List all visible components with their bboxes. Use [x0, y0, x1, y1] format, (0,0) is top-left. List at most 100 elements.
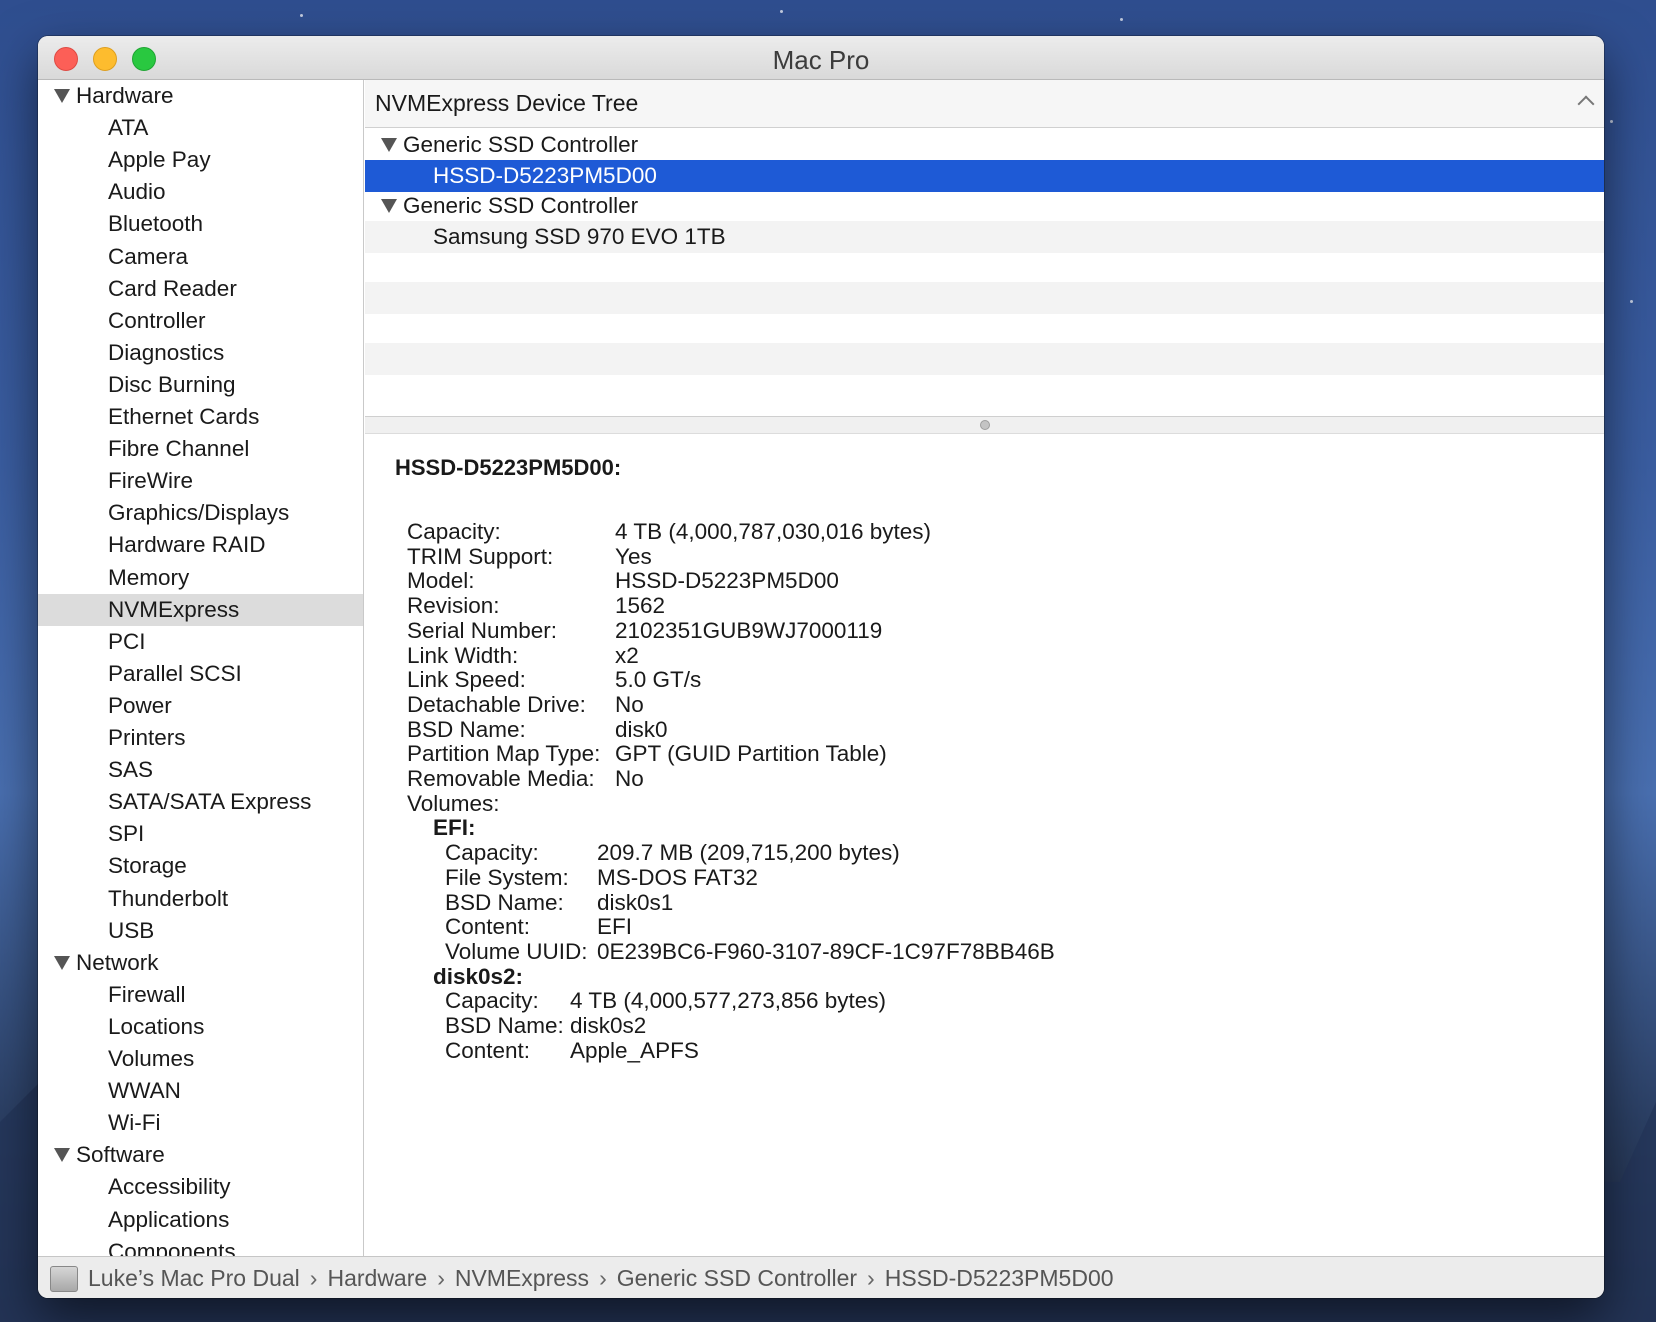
- tree-empty-row: [365, 281, 1604, 314]
- title-bar[interactable]: Mac Pro: [38, 36, 1604, 80]
- sidebar-item-camera[interactable]: Camera: [38, 241, 363, 273]
- sidebar-item-label: WWAN: [108, 1078, 181, 1104]
- split-divider[interactable]: [365, 416, 1604, 434]
- disclosure-triangle-icon[interactable]: [54, 1148, 70, 1163]
- tree-empty-row: [365, 373, 1604, 405]
- device-tree[interactable]: Generic SSD Controller HSSD-D5223PM5D00 Ge…: [365, 128, 1604, 416]
- breadcrumb: Luke’s Mac Pro Dual › Hardware › NVMExpress ›…: [88, 1257, 1114, 1298]
- sidebar-group-label: Hardware: [76, 83, 174, 108]
- disclosure-triangle-icon[interactable]: [381, 138, 397, 152]
- tree-row[interactable]: Generic SSD Controller: [365, 190, 1604, 222]
- sidebar-item-nvmexpress[interactable]: NVMExpress: [38, 593, 363, 626]
- breadcrumb-item[interactable]: NVMExpress: [455, 1265, 589, 1291]
- sidebar-item-label: Camera: [108, 243, 189, 269]
- sidebar-item-firewire[interactable]: FireWire: [38, 465, 363, 497]
- sidebar-item-volumes[interactable]: Volumes: [38, 1043, 363, 1075]
- breadcrumb-item[interactable]: HSSD-D5223PM5D00: [885, 1265, 1114, 1291]
- detail-key: Content:: [445, 1037, 531, 1063]
- disclosure-triangle-icon[interactable]: [381, 199, 397, 213]
- detail-value: 0E239BC6-F960-3107-89CF-1C97F78BB46B: [597, 938, 1055, 964]
- tree-empty-row: [365, 312, 1604, 344]
- sidebar-item-label: Bluetooth: [108, 211, 204, 237]
- chevron-up-icon[interactable]: [1577, 95, 1595, 113]
- window-title: Mac Pro: [772, 45, 870, 75]
- sidebar-item-power[interactable]: Power: [38, 690, 363, 722]
- sidebar-item-card-reader[interactable]: Card Reader: [38, 273, 363, 305]
- sidebar-item-wi-fi[interactable]: Wi-Fi: [38, 1107, 363, 1139]
- detail-value: x2: [615, 642, 639, 668]
- sidebar-item-label: Audio: [108, 179, 166, 205]
- detail-value: disk0s1: [597, 889, 674, 915]
- pane-title: NVMExpress Device Tree: [375, 90, 639, 116]
- sidebar-item-label: Applications: [108, 1206, 230, 1232]
- sidebar-item-locations[interactable]: Locations: [38, 1011, 363, 1043]
- sidebar-item-bluetooth[interactable]: Bluetooth: [38, 208, 363, 240]
- sidebar-item-sata-sata-express[interactable]: SATA/SATA Express: [38, 786, 363, 818]
- detail-key: Link Width:: [407, 642, 519, 668]
- detail-value: 4 TB (4,000,577,273,856 bytes): [570, 988, 887, 1014]
- detail-view: HSSD-D5223PM5D00: Capacity: 4 TB (4,000,7…: [365, 435, 1604, 1256]
- desktop-star: [300, 14, 303, 17]
- sidebar-item-disc-burning[interactable]: Disc Burning: [38, 369, 363, 401]
- sidebar-item-fibre-channel[interactable]: Fibre Channel: [38, 433, 363, 465]
- sidebar-item-ethernet-cards[interactable]: Ethernet Cards: [38, 401, 363, 433]
- sidebar-item-spi[interactable]: SPI: [38, 818, 363, 850]
- sidebar-item-audio[interactable]: Audio: [38, 176, 363, 208]
- sidebar-item-label: Volumes: [108, 1046, 195, 1071]
- detail-value: GPT (GUID Partition Table): [615, 741, 887, 767]
- tree-row[interactable]: HSSD-D5223PM5D00: [365, 159, 1604, 192]
- tree-row-label: Generic SSD Controller: [403, 193, 639, 218]
- sidebar-item-pci[interactable]: PCI: [38, 626, 363, 658]
- breadcrumb-item[interactable]: Hardware: [327, 1265, 427, 1291]
- sidebar-item-thunderbolt[interactable]: Thunderbolt: [38, 883, 363, 915]
- sidebar-item-controller[interactable]: Controller: [38, 305, 363, 337]
- sidebar-item-wwan[interactable]: WWAN: [38, 1075, 363, 1107]
- tree-row[interactable]: Generic SSD Controller: [365, 129, 1604, 161]
- status-bar: Luke’s Mac Pro Dual › Hardware › NVMExpress ›…: [38, 1256, 1604, 1298]
- detail-key: Content:: [445, 914, 531, 940]
- sidebar-item-applications[interactable]: Applications: [38, 1204, 363, 1236]
- sidebar-item-ata[interactable]: ATA: [38, 112, 363, 144]
- disclosure-triangle-icon[interactable]: [54, 89, 70, 103]
- sidebar-item-sas[interactable]: SAS: [38, 754, 363, 786]
- detail-value: 4 TB (4,000,787,030,016 bytes): [615, 519, 932, 544]
- sidebar-item-graphics-displays[interactable]: Graphics/Displays: [38, 497, 363, 529]
- sidebar-item-label: FireWire: [108, 468, 193, 494]
- tree-row[interactable]: Samsung SSD 970 EVO 1TB: [365, 220, 1604, 253]
- sidebar-item-label: Power: [108, 692, 172, 718]
- sidebar-group-label: Network: [76, 949, 159, 975]
- detail-key: Link Speed:: [407, 667, 526, 693]
- detail-value: disk0s2: [570, 1013, 647, 1038]
- sidebar-item-diagnostics[interactable]: Diagnostics: [38, 337, 363, 369]
- computer-icon: [50, 1266, 78, 1292]
- sidebar-group-hardware[interactable]: Hardware: [38, 80, 363, 112]
- sidebar-item-components[interactable]: Components: [38, 1236, 363, 1256]
- sidebar-item-usb[interactable]: USB: [38, 915, 363, 947]
- sidebar-item-memory[interactable]: Memory: [38, 562, 363, 594]
- sidebar[interactable]: Hardware ATA Apple Pay Audio Bluetooth Camera…: [38, 80, 364, 1256]
- sidebar-item-label: SPI: [108, 821, 145, 847]
- sidebar-group-software[interactable]: Software: [38, 1139, 363, 1171]
- disclosure-triangle-icon[interactable]: [54, 955, 70, 970]
- sidebar-item-label: ATA: [108, 115, 149, 141]
- sidebar-item-label: Disc Burning: [108, 371, 236, 397]
- sidebar-item-label: Hardware RAID: [108, 532, 266, 558]
- tree-row-label: Generic SSD Controller: [403, 132, 639, 157]
- sidebar-item-printers[interactable]: Printers: [38, 722, 363, 754]
- breadcrumb-item[interactable]: Generic SSD Controller: [617, 1265, 857, 1291]
- sidebar-item-hardware-raid[interactable]: Hardware RAID: [38, 529, 363, 561]
- sidebar-item-storage[interactable]: Storage: [38, 850, 363, 882]
- sidebar-item-accessibility[interactable]: Accessibility: [38, 1171, 363, 1203]
- breadcrumb-item[interactable]: Luke’s Mac Pro Dual: [88, 1265, 300, 1291]
- desktop-star: [1630, 300, 1633, 303]
- volume-name: EFI:: [433, 815, 476, 841]
- sidebar-item-label: PCI: [108, 628, 146, 654]
- sidebar-item-apple-pay[interactable]: Apple Pay: [38, 144, 363, 176]
- sidebar-item-parallel-scsi[interactable]: Parallel SCSI: [38, 658, 363, 690]
- detail-key: Capacity:: [445, 988, 539, 1014]
- detail-title: HSSD-D5223PM5D00:: [395, 455, 622, 480]
- sidebar-item-label: Locations: [108, 1013, 205, 1039]
- sidebar-item-firewall[interactable]: Firewall: [38, 979, 363, 1011]
- split-handle-icon[interactable]: [979, 420, 990, 430]
- sidebar-group-network[interactable]: Network: [38, 947, 363, 979]
